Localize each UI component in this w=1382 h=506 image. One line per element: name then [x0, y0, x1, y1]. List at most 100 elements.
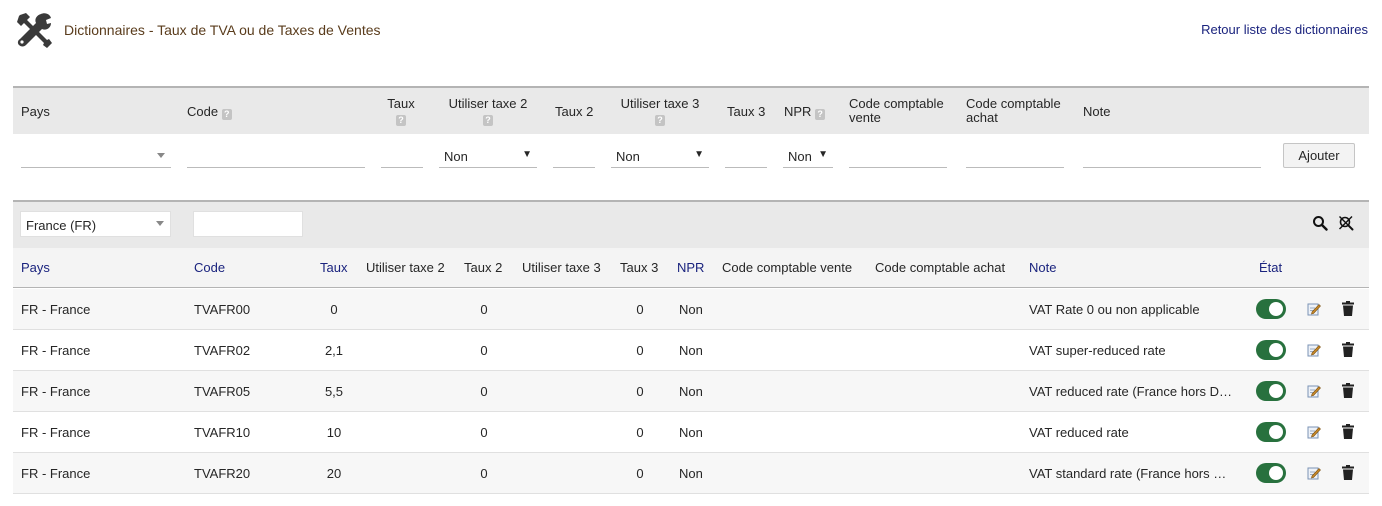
- clear-filter-icon[interactable]: [1338, 215, 1354, 231]
- toggle-knob: [1269, 425, 1283, 439]
- cell-taux2: 0: [480, 384, 488, 399]
- country-filter-value: France (FR): [26, 218, 97, 233]
- code-filter-input[interactable]: [193, 211, 303, 237]
- cell-note: VAT reduced rate: [1029, 425, 1129, 440]
- chevron-down-icon: [156, 221, 164, 226]
- npr-select[interactable]: Non ▼: [783, 144, 833, 168]
- note-input[interactable]: [1083, 144, 1261, 168]
- cell-code: TVAFR10: [194, 425, 251, 440]
- help-icon[interactable]: ?: [655, 115, 665, 126]
- column-taux3: Taux 3: [620, 260, 659, 275]
- cell-npr: Non: [679, 302, 703, 317]
- trash-icon[interactable]: [1342, 301, 1354, 316]
- header-cc-achat: Code comptable achat: [966, 96, 1061, 125]
- trash-icon[interactable]: [1342, 424, 1354, 439]
- header-taxe2-label: Utiliser taxe 2: [448, 96, 528, 111]
- cell-taux: 10: [326, 425, 342, 440]
- chevron-down-icon: ▼: [694, 149, 704, 160]
- vat-rates-table: France (FR) Pays Code Taux Utiliser taxe…: [13, 200, 1369, 494]
- trash-icon[interactable]: [1342, 383, 1354, 398]
- header-taxe3: Utiliser taxe 3?: [611, 97, 709, 126]
- column-taxe2: Utiliser taxe 2: [366, 260, 445, 275]
- table-row: FR - France TVAFR02 2,1 0 0 Non VAT supe…: [13, 330, 1369, 371]
- table-row: FR - France TVAFR10 10 0 0 Non VAT reduc…: [13, 412, 1369, 453]
- cell-code: TVAFR02: [194, 343, 251, 358]
- cell-taux3: 0: [636, 466, 644, 481]
- table-row: FR - France TVAFR05 5,5 0 0 Non VAT redu…: [13, 371, 1369, 412]
- edit-icon[interactable]: [1307, 343, 1321, 357]
- header-taux3: Taux 3: [727, 104, 766, 119]
- edit-icon[interactable]: [1307, 302, 1321, 316]
- column-cc-vente: Code comptable vente: [722, 260, 853, 275]
- taux2-input[interactable]: [553, 144, 595, 168]
- taux3-input[interactable]: [725, 144, 767, 168]
- cell-taux: 20: [326, 466, 342, 481]
- help-icon[interactable]: ?: [221, 109, 232, 120]
- pays-select[interactable]: [21, 144, 171, 168]
- column-note[interactable]: Note: [1029, 260, 1056, 275]
- cell-taux2: 0: [480, 466, 488, 481]
- header-note: Note: [1083, 104, 1111, 119]
- add-form-header: Pays Code ? Taux? Utiliser taxe 2? Taux …: [13, 88, 1369, 134]
- cell-note: VAT reduced rate (France hors DOM-TOM): [1029, 384, 1235, 399]
- toggle-knob: [1269, 466, 1283, 480]
- toggle-knob: [1269, 343, 1283, 357]
- active-toggle[interactable]: [1256, 340, 1286, 360]
- active-toggle[interactable]: [1256, 463, 1286, 483]
- column-taxe3: Utiliser taxe 3: [522, 260, 601, 275]
- help-icon[interactable]: ?: [483, 115, 493, 126]
- cell-code: TVAFR00: [194, 302, 251, 317]
- table-row: FR - France TVAFR20 20 0 0 Non VAT stand…: [13, 453, 1369, 494]
- cell-pays: FR - France: [21, 343, 91, 358]
- cc-vente-input[interactable]: [849, 144, 947, 168]
- edit-icon[interactable]: [1307, 466, 1321, 480]
- edit-icon[interactable]: [1307, 384, 1321, 398]
- column-taux[interactable]: Taux: [320, 260, 347, 275]
- table-row: FR - France TVAFR00 0 0 0 Non VAT Rate 0…: [13, 289, 1369, 330]
- toggle-knob: [1269, 302, 1283, 316]
- taux-input[interactable]: [381, 144, 423, 168]
- header-npr: NPR ?: [784, 104, 826, 120]
- column-code[interactable]: Code: [194, 260, 225, 275]
- column-npr[interactable]: NPR: [677, 260, 704, 275]
- search-icon[interactable]: [1312, 215, 1328, 231]
- header-taux-label: Taux: [387, 96, 415, 111]
- cell-note: VAT super-reduced rate: [1029, 343, 1166, 358]
- taxe3-value: Non: [616, 149, 640, 164]
- column-pays[interactable]: Pays: [21, 260, 50, 275]
- header-pays: Pays: [21, 104, 50, 119]
- cell-taux: 0: [330, 302, 338, 317]
- column-titles: Pays Code Taux Utiliser taxe 2 Taux 2 Ut…: [13, 248, 1369, 288]
- header-code: Code ?: [187, 105, 232, 120]
- column-etat[interactable]: État: [1259, 260, 1282, 275]
- edit-icon[interactable]: [1307, 425, 1321, 439]
- header-taxe2: Utiliser taxe 2?: [439, 97, 537, 126]
- code-input[interactable]: [187, 144, 365, 168]
- active-toggle[interactable]: [1256, 422, 1286, 442]
- taxe3-select[interactable]: Non ▼: [611, 144, 709, 168]
- cell-code: TVAFR05: [194, 384, 251, 399]
- page-title: Dictionnaires - Taux de TVA ou de Taxes …: [64, 22, 381, 38]
- trash-icon[interactable]: [1342, 342, 1354, 357]
- cell-taux2: 0: [480, 425, 488, 440]
- cell-note: VAT Rate 0 ou non applicable: [1029, 302, 1200, 317]
- help-icon[interactable]: ?: [396, 115, 406, 126]
- back-to-dictionaries-link[interactable]: Retour liste des dictionnaires: [1201, 22, 1368, 37]
- add-button[interactable]: Ajouter: [1283, 143, 1355, 168]
- help-icon[interactable]: ?: [815, 109, 826, 120]
- trash-icon[interactable]: [1342, 465, 1354, 480]
- toggle-knob: [1269, 384, 1283, 398]
- column-cc-achat: Code comptable achat: [875, 260, 1006, 275]
- cell-taux3: 0: [636, 425, 644, 440]
- active-toggle[interactable]: [1256, 381, 1286, 401]
- cell-pays: FR - France: [21, 425, 91, 440]
- active-toggle[interactable]: [1256, 299, 1286, 319]
- country-filter-select[interactable]: France (FR): [20, 211, 171, 237]
- cell-npr: Non: [679, 466, 703, 481]
- chevron-down-icon: ▼: [522, 149, 532, 160]
- cell-pays: FR - France: [21, 302, 91, 317]
- add-form-inputs: Non ▼ Non ▼ Non ▼ Ajouter: [13, 134, 1369, 178]
- taxe2-select[interactable]: Non ▼: [439, 144, 537, 168]
- cc-achat-input[interactable]: [966, 144, 1064, 168]
- header-npr-label: NPR: [784, 104, 812, 119]
